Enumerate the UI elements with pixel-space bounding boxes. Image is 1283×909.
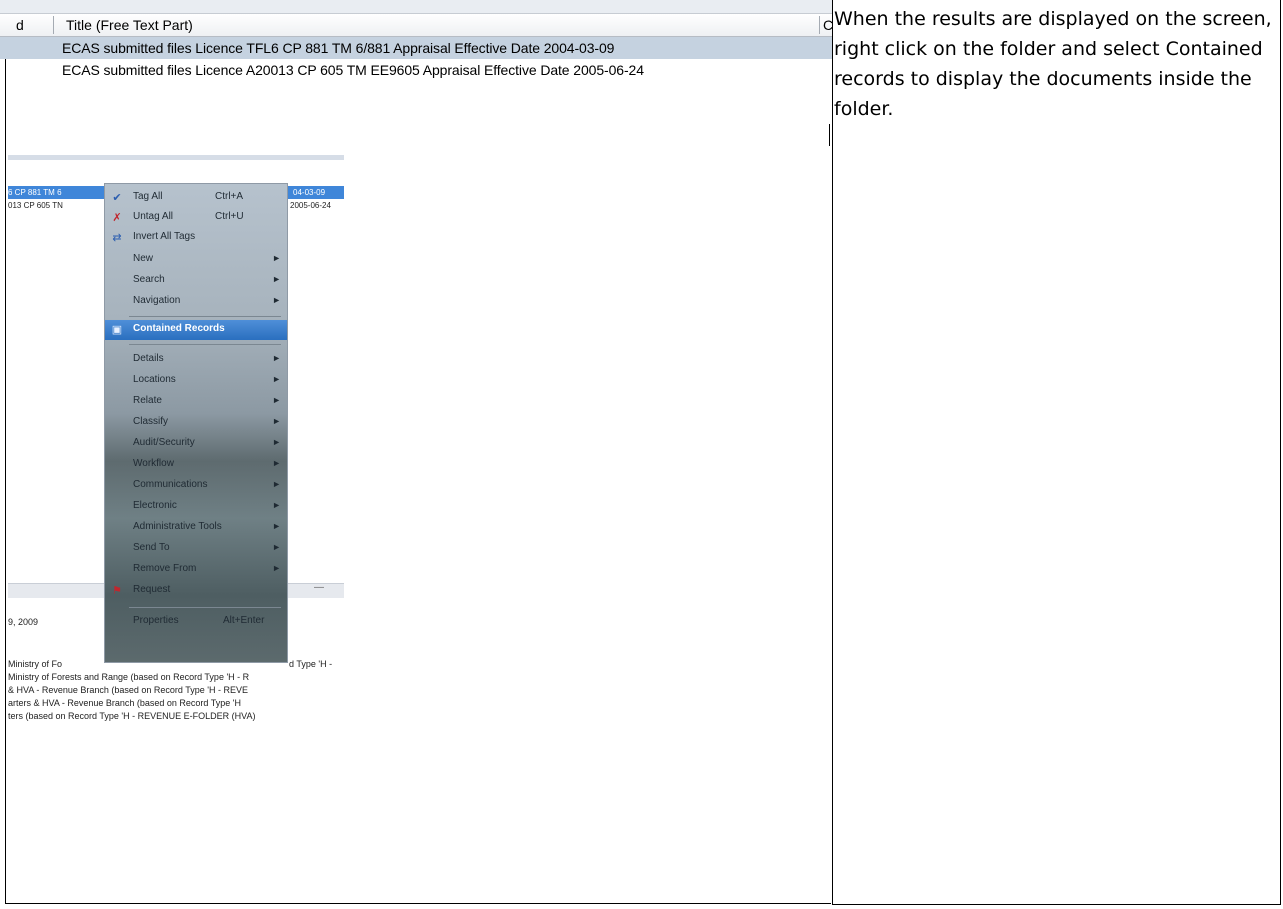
menu-item-classify[interactable]: Classify ► [105,413,287,433]
column-header-title[interactable]: Title (Free Text Part) [66,17,193,33]
menu-item-shortcut: Alt+Enter [223,615,265,626]
menu-item-label: New [133,253,154,264]
menu-item-label: Send To [133,542,170,553]
menu-item-label: Request [133,584,171,595]
menu-item-navigation[interactable]: Navigation ► [105,292,287,312]
menu-item-send-to[interactable]: Send To ► [105,539,287,559]
menu-separator [129,344,281,345]
tag-all-icon: ✔ [112,192,122,204]
submenu-arrow-icon: ► [272,521,281,531]
menu-item-label: Locations [133,374,176,385]
submenu-arrow-icon: ► [272,542,281,552]
table-divider [832,0,833,905]
untag-all-icon: ✗ [112,212,122,224]
menu-item-remove-from[interactable]: Remove From ► [105,560,287,580]
shot-top-strip [8,155,344,160]
menu-item-label: Search [133,274,165,285]
menu-item-shortcut: Ctrl+U [215,211,244,222]
table-row-selected[interactable]: ECAS submitted files Licence TFL6 CP 881… [0,37,832,59]
menu-item-label: Communications [133,479,208,490]
request-icon: ⚑ [112,585,122,597]
detail-line: arters & HVA - Revenue Branch (based on … [8,698,242,708]
menu-item-label: Classify [133,416,169,427]
shot-row2-left: 013 CP 605 TN [8,201,63,210]
menu-item-shortcut: Ctrl+A [215,191,244,202]
context-menu: ✔ Tag All Ctrl+A ✗ Untag All Ctrl+U ⇄ In… [104,183,288,663]
menu-item-label: Audit/Security [133,437,195,448]
submenu-arrow-icon: ► [272,563,281,573]
menu-item-locations[interactable]: Locations ► [105,371,287,391]
menu-item-electronic[interactable]: Electronic ► [105,497,287,517]
shot-row2-right: 2005-06-24 [290,201,331,210]
detail-line: Ministry of Fo [8,659,63,669]
grid-top-strip [0,0,832,14]
results-grid: d Title (Free Text Part) C ECAS submitte… [0,0,832,84]
column-header-c[interactable]: C [823,17,832,33]
detail-line: Ministry of Forests and Range (based on … [8,672,250,682]
table-row[interactable]: ECAS submitted files Licence A20013 CP 6… [0,59,832,81]
column-separator[interactable] [53,16,54,34]
menu-separator [129,316,281,317]
detail-line: & HVA - Revenue Branch (based on Record … [8,685,249,695]
menu-item-label: Remove From [133,563,197,574]
menu-item-request[interactable]: ⚑ Request [105,581,287,601]
table-bottom-border [832,904,1281,905]
menu-item-label: Relate [133,395,162,406]
instruction-text: When the results are displayed on the sc… [834,8,1272,120]
submenu-arrow-icon: ► [272,437,281,447]
submenu-arrow-icon: ► [272,395,281,405]
menu-item-label: Invert All Tags [133,231,196,242]
menu-item-label: Administrative Tools [133,521,222,532]
submenu-arrow-icon: ► [272,374,281,384]
grid-header: d Title (Free Text Part) C [0,14,832,37]
submenu-arrow-icon: ► [272,274,281,284]
menu-item-search[interactable]: Search ► [105,271,287,291]
menu-item-relate[interactable]: Relate ► [105,392,287,412]
menu-separator [129,607,281,608]
row-title: ECAS submitted files Licence A20013 CP 6… [62,62,644,78]
column-separator[interactable] [819,16,820,34]
menu-item-audit-security[interactable]: Audit/Security ► [105,434,287,454]
context-menu-screenshot: 6 CP 881 TM 6 04-03-09 013 CP 605 TN 200… [8,155,344,743]
menu-item-communications[interactable]: Communications ► [105,476,287,496]
menu-item-label: Workflow [133,458,174,469]
submenu-arrow-icon: ► [272,479,281,489]
menu-item-label: Navigation [133,295,181,306]
detail-line: ters (based on Record Type 'H - REVENUE … [8,711,256,721]
menu-item-label: Electronic [133,500,177,511]
menu-item-label: Untag All [133,211,174,222]
menu-item-administrative-tools[interactable]: Administrative Tools ► [105,518,287,538]
text-cursor [829,124,830,146]
menu-item-contained-records[interactable]: ▣ Contained Records [105,320,287,340]
menu-item-invert-all-tags[interactable]: ⇄ Invert All Tags [105,228,287,248]
menu-item-untag-all[interactable]: ✗ Untag All Ctrl+U [105,208,287,228]
submenu-arrow-icon: ► [272,295,281,305]
menu-item-details[interactable]: Details ► [105,350,287,370]
menu-item-label: Tag All [133,191,163,202]
submenu-arrow-icon: ► [272,500,281,510]
submenu-arrow-icon: ► [272,458,281,468]
menu-item-label: Details [133,353,164,364]
column-header-truncated[interactable]: d [16,17,24,33]
row-title: ECAS submitted files Licence TFL6 CP 881… [62,40,615,56]
menu-item-tag-all[interactable]: ✔ Tag All Ctrl+A [105,188,287,208]
minimize-icon: — [314,582,324,593]
table-right-border [1280,0,1281,905]
menu-item-new[interactable]: New ► [105,250,287,270]
menu-item-properties[interactable]: Properties Alt+Enter [105,612,287,632]
submenu-arrow-icon: ► [272,353,281,363]
submenu-arrow-icon: ► [272,253,281,263]
shot-row1-left: 6 CP 881 TM 6 [8,188,62,197]
shot-date: 9, 2009 [8,617,39,627]
contained-records-icon: ▣ [111,324,123,336]
menu-item-label: Properties [133,615,179,626]
shot-row1-right: 04-03-09 [293,188,326,197]
submenu-arrow-icon: ► [272,416,281,426]
invert-tags-icon: ⇄ [112,232,122,244]
menu-item-label: Contained Records [133,323,225,334]
detail-line-tail: d Type 'H - [289,659,333,669]
menu-item-workflow[interactable]: Workflow ► [105,455,287,475]
